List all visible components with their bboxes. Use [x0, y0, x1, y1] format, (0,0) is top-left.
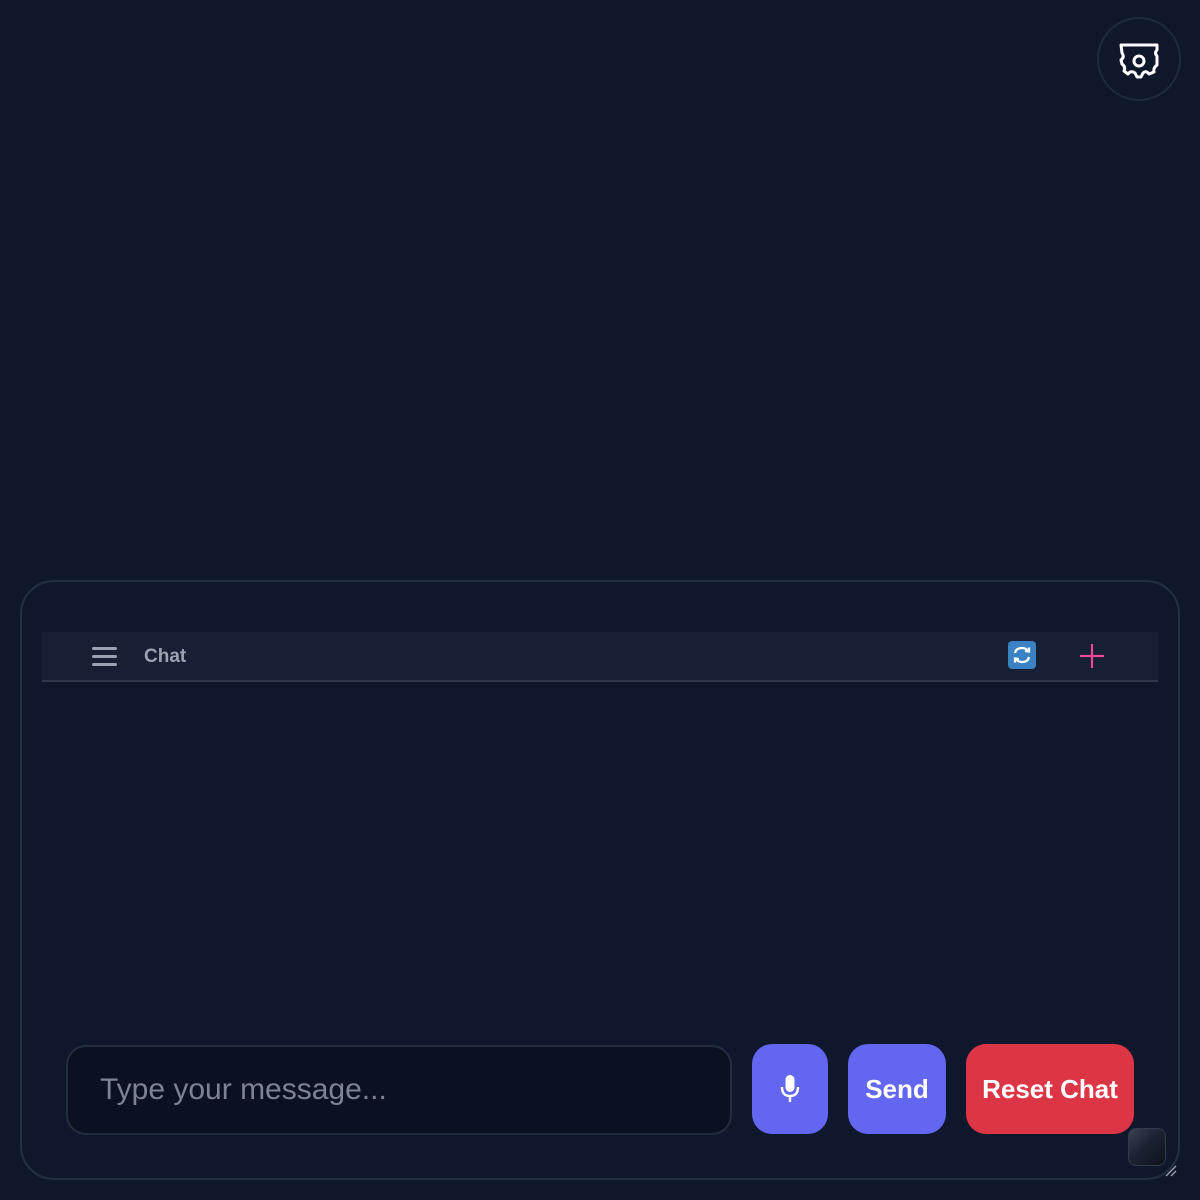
chat-header: Chat: [42, 632, 1158, 682]
message-input[interactable]: [66, 1045, 732, 1135]
send-button[interactable]: Send: [848, 1044, 946, 1134]
settings-button[interactable]: [1097, 17, 1181, 101]
reset-chat-button[interactable]: Reset Chat: [966, 1044, 1134, 1134]
gear-icon: [1119, 43, 1159, 79]
floating-widget[interactable]: [1128, 1128, 1166, 1166]
hamburger-menu-icon[interactable]: [92, 645, 118, 667]
plus-icon[interactable]: [1077, 641, 1107, 671]
app-page: Chat Type your message... Send Reset Cha…: [0, 0, 1200, 1200]
chat-title: Chat: [144, 646, 187, 667]
chat-panel: Chat Type your message... Send Reset Cha…: [20, 580, 1180, 1180]
microphone-icon: [780, 1075, 800, 1102]
microphone-button[interactable]: [752, 1044, 828, 1134]
resize-handle-icon[interactable]: [1163, 1163, 1177, 1177]
refresh-icon[interactable]: [1008, 641, 1036, 669]
